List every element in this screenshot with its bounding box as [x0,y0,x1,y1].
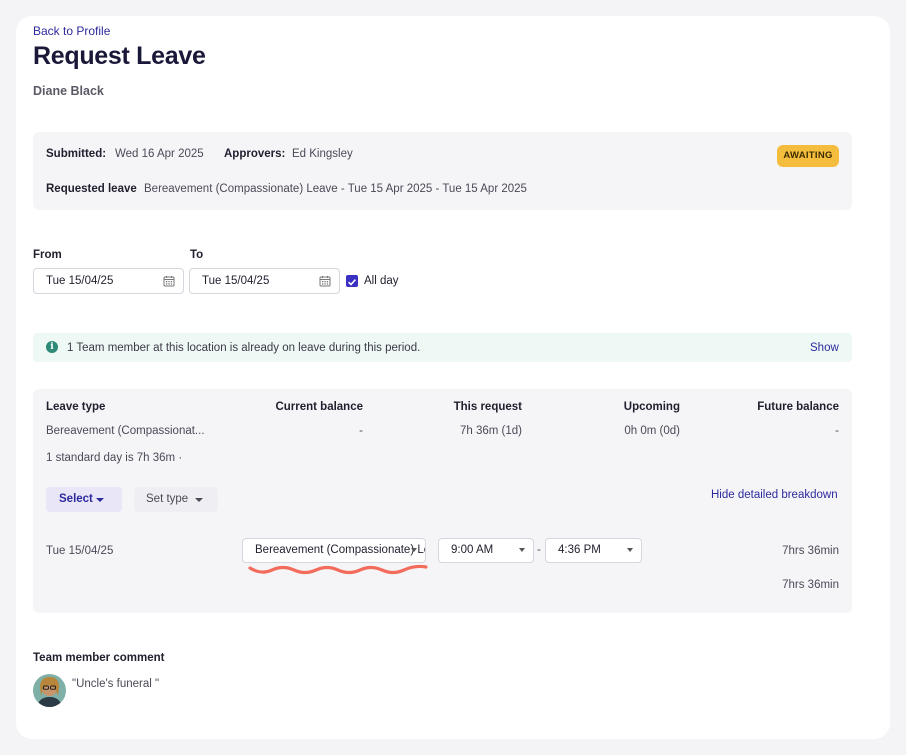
leave-type-select[interactable]: Bereavement (Compassionate) Leave [242,538,426,563]
status-badge: AWAITING [777,145,839,167]
col-header-upcoming: Upcoming [623,401,680,413]
set-type-label: Set type [146,493,189,505]
chevron-down-icon [519,548,525,552]
set-type-button[interactable]: Set type [134,487,218,512]
col-header-this-request: This request [453,401,522,413]
to-date-input[interactable]: Tue 15/04/25 [189,268,340,294]
submitted-value: Wed 16 Apr 2025 [115,148,204,160]
show-team-members-link[interactable]: Show [810,342,839,354]
cell-upcoming: 0h 0m (0d) [624,425,680,437]
select-label: Select [59,493,93,505]
all-day-label: All day [364,275,399,287]
time-separator: - [537,544,541,556]
request-summary-panel [33,132,852,210]
approvers-value: Ed Kingsley [292,148,353,160]
leave-type-select-value: Bereavement (Compassionate) Leave [255,544,425,556]
cell-leave-type: Bereavement (Compassionat... [46,425,205,437]
calendar-icon[interactable] [319,275,331,287]
chevron-down-icon [96,498,104,502]
from-label: From [33,249,62,261]
avatar [33,674,66,707]
comment-label: Team member comment [33,652,165,664]
to-date-value: Tue 15/04/25 [202,275,270,287]
from-date-value: Tue 15/04/25 [46,275,114,287]
select-dropdown-button[interactable]: Select [46,487,122,512]
cell-this-request: 7h 36m (1d) [459,425,522,437]
col-header-leave-type: Leave type [46,401,106,413]
cell-future-balance: - [835,425,839,437]
breakdown-row-duration: 7hrs 36min [782,545,839,557]
checkmark-icon [348,279,356,286]
breakdown-total: 7hrs 36min [782,579,839,591]
to-label: To [190,249,204,261]
end-time-value: 4:36 PM [558,544,601,556]
employee-name: Diane Black [33,84,104,98]
standard-day-note: 1 standard day is 7h 36m · [46,452,183,464]
requested-leave-label: Requested leave [46,183,137,195]
chevron-down-icon [411,548,417,552]
info-icon: i [46,341,58,353]
requested-leave-value: Bereavement (Compassionate) Leave - Tue … [144,183,527,195]
back-to-profile-link[interactable]: Back to Profile [33,24,110,38]
hide-detailed-breakdown-link[interactable]: Hide detailed breakdown [711,489,838,501]
comment-text: "Uncle's funeral " [72,678,160,690]
approvers-label: Approvers: [224,148,286,160]
squiggle-annotation-icon [248,564,428,575]
calendar-icon[interactable] [163,275,175,287]
breakdown-row-date: Tue 15/04/25 [46,545,114,557]
cell-current-balance: - [359,425,363,437]
col-header-future-balance: Future balance [757,401,839,413]
all-day-checkbox[interactable] [346,275,358,287]
start-time-value: 9:00 AM [451,544,494,556]
from-date-input[interactable]: Tue 15/04/25 [33,268,184,294]
chevron-down-icon [627,548,633,552]
chevron-down-icon [195,498,203,502]
col-header-current-balance: Current balance [275,401,363,413]
submitted-label: Submitted: [46,148,107,160]
leave-request-card [16,16,890,739]
team-leave-message: 1 Team member at this location is alread… [67,342,421,354]
page-title: Request Leave [33,42,206,70]
